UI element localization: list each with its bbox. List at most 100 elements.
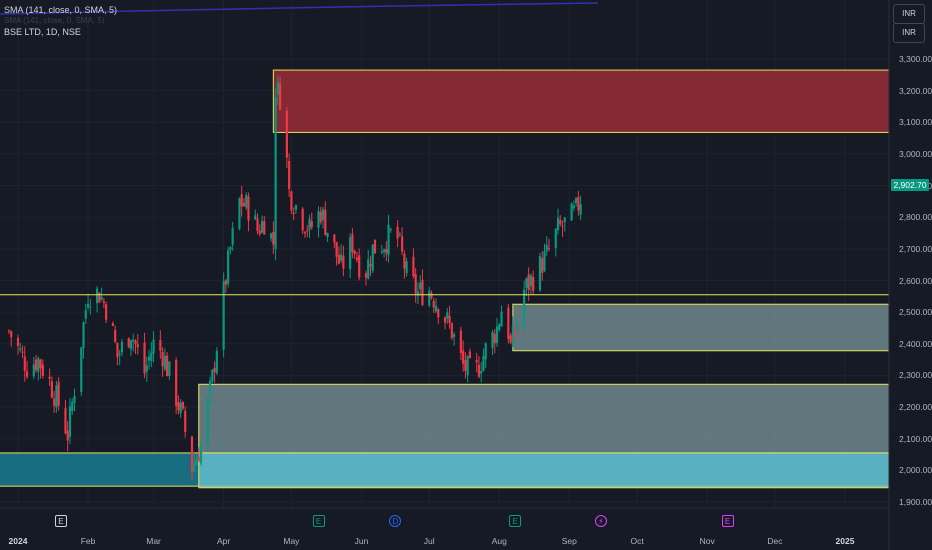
candle-body <box>482 355 485 371</box>
candle-body <box>132 339 135 342</box>
candle-body <box>335 241 338 257</box>
candle-body <box>364 273 368 278</box>
candle-body <box>292 212 295 215</box>
candle-body <box>89 306 92 308</box>
candle-body <box>7 330 11 332</box>
candle-body <box>254 215 257 220</box>
candle-body <box>355 257 359 260</box>
time-tick-label: 2024 <box>8 536 28 546</box>
candle-body <box>272 231 275 245</box>
price-tick-label: 2,700.00 <box>899 243 932 254</box>
candle-body <box>507 307 510 339</box>
candle-body <box>310 221 313 228</box>
candle-body <box>179 402 182 414</box>
event-marker-icon[interactable]: E <box>54 515 67 527</box>
candle-body <box>301 208 304 231</box>
currency-button[interactable]: INR <box>893 4 925 24</box>
candle-body <box>222 281 225 350</box>
candle-body <box>285 110 288 158</box>
candle-body <box>382 249 386 252</box>
candle-body <box>129 340 133 350</box>
event-marker-icon[interactable]: D <box>389 515 402 527</box>
symbol-title: BSE LTD, 1D, NSE <box>4 27 81 37</box>
candle-body <box>211 369 214 382</box>
candle-body <box>231 227 234 245</box>
candle-body <box>279 83 282 110</box>
indicator-legend-faded: SMA (141, close, 0, SMA, 5) <box>4 16 105 25</box>
candle-body <box>114 329 117 342</box>
demand-zone <box>198 452 890 489</box>
currency-button[interactable]: INR <box>893 23 925 43</box>
candle-body <box>559 220 562 225</box>
candle-body <box>570 203 573 221</box>
price-tick-label: 3,300.00 <box>899 54 932 64</box>
candle-body <box>380 251 383 253</box>
candle-body <box>303 232 307 234</box>
candle-body <box>215 350 218 374</box>
candle-body <box>111 323 115 327</box>
candle-body <box>340 254 343 261</box>
indicator-legend[interactable]: SMA (141, close, 0, SMA, 5) <box>4 5 117 15</box>
candle-body <box>118 353 121 355</box>
candle-body <box>543 251 546 271</box>
candle-body <box>532 276 535 291</box>
candle-body <box>260 221 264 233</box>
candle-body <box>55 385 58 408</box>
candle-body <box>428 290 431 306</box>
price-tick-label: 2,000.00 <box>899 465 932 476</box>
candle-body <box>545 245 548 252</box>
candle-body <box>468 351 472 359</box>
candle-body <box>168 361 171 376</box>
time-tick-label: Nov <box>699 536 715 546</box>
candle-body <box>134 340 137 345</box>
price-tick-label: 3,000.00 <box>899 148 932 159</box>
candle-body <box>238 198 241 229</box>
candle-body <box>247 196 250 221</box>
event-marker-icon[interactable]: E <box>312 515 325 527</box>
time-tick-label: Jun <box>354 536 369 546</box>
candle-body <box>127 338 130 348</box>
candle-body <box>159 339 162 351</box>
price-tick-label: 2,800.00 <box>899 212 932 223</box>
candle-body <box>25 371 29 377</box>
candle-body <box>263 221 266 235</box>
event-marker-icon[interactable]: ⚡ <box>594 515 607 527</box>
candle-body <box>480 371 483 374</box>
event-marker-icon[interactable]: E <box>721 515 734 527</box>
candle-body <box>10 331 13 338</box>
price-tick-label: 1,900.00 <box>899 497 932 507</box>
event-marker-icon[interactable]: E <box>509 515 522 527</box>
candle-body <box>150 352 153 361</box>
candle-body <box>369 263 372 267</box>
candle-body <box>82 322 85 348</box>
candle-body <box>525 278 528 288</box>
price-chart[interactable] <box>0 0 932 550</box>
candle-body <box>321 209 325 221</box>
candle-body <box>242 203 246 206</box>
candle-body <box>206 398 209 445</box>
candle-body <box>68 406 72 438</box>
candle-body <box>493 333 496 344</box>
candle-body <box>16 337 20 346</box>
candle-body <box>177 402 180 411</box>
candle-body <box>342 255 345 269</box>
candle-body <box>511 325 514 347</box>
candle-body <box>385 248 388 254</box>
candle-body <box>86 303 90 308</box>
candle-body <box>563 217 566 223</box>
candle-body <box>175 360 178 406</box>
candle-body <box>448 315 451 323</box>
candle-body <box>306 230 309 232</box>
candle-body <box>446 312 449 319</box>
candle-body <box>538 256 542 291</box>
candle-body <box>432 300 435 308</box>
candle-body <box>240 194 243 207</box>
candle-body <box>367 259 370 279</box>
candle-body <box>95 288 99 304</box>
candle-body <box>245 195 248 208</box>
price-tick-label: 2,300.00 <box>899 370 932 381</box>
candle-body <box>80 347 83 392</box>
candle-body <box>401 236 404 252</box>
candle-body <box>373 239 377 254</box>
candle-body <box>57 382 60 406</box>
